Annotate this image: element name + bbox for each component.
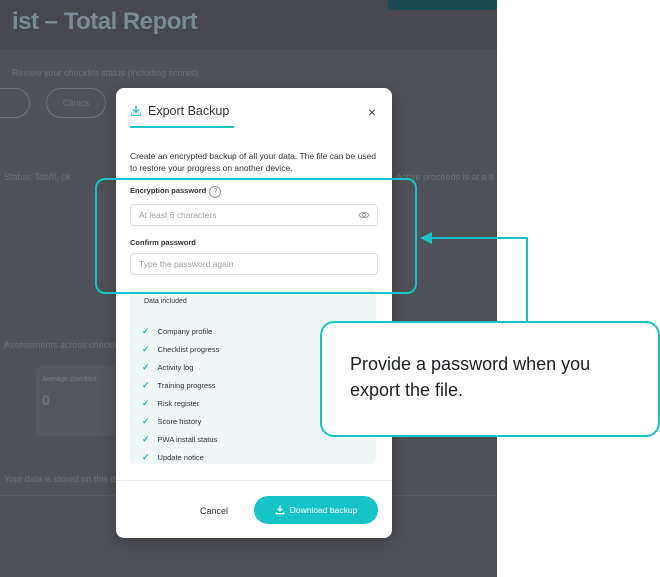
callout-text: Provide a password when you export the f… [350, 354, 591, 400]
callout-box: Provide a password when you export the f… [320, 321, 660, 437]
connector-arrow [420, 232, 528, 321]
